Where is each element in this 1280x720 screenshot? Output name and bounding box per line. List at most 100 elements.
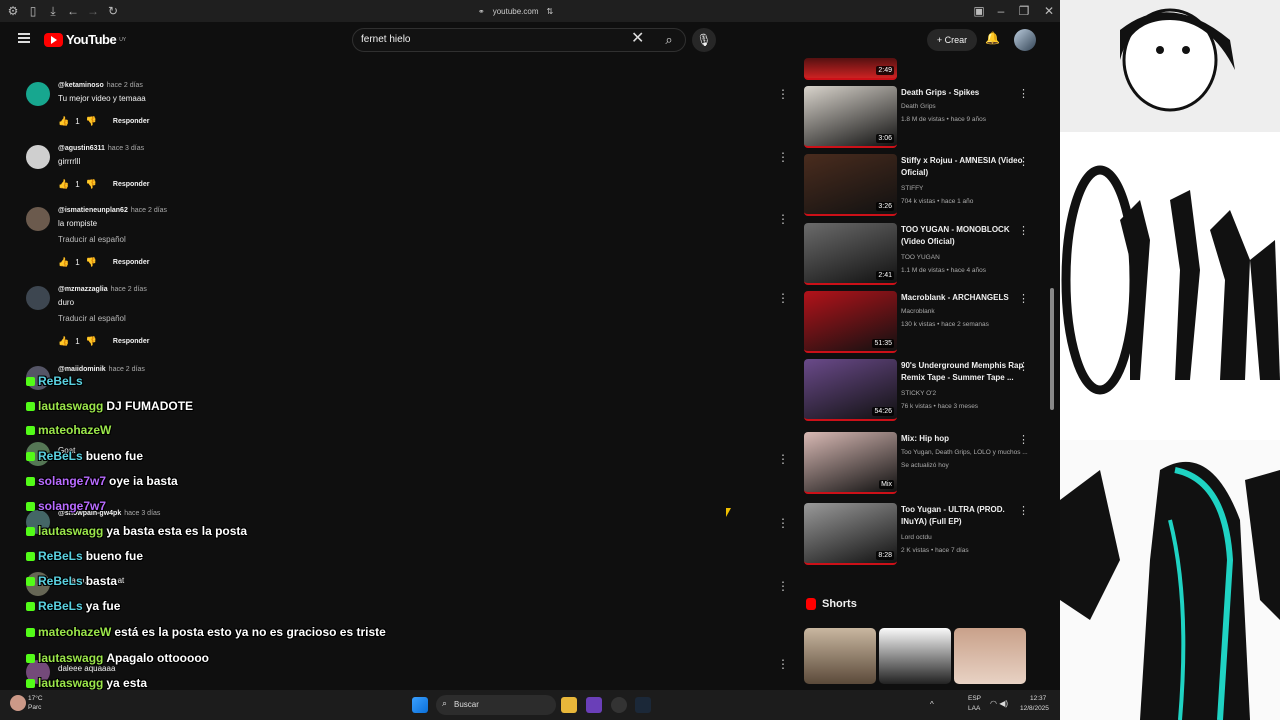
browser-icon[interactable] [586, 697, 602, 713]
chat-username[interactable]: lautaswagg [38, 399, 103, 413]
dislike-icon[interactable]: 👎 [86, 336, 97, 347]
video-thumbnail[interactable]: 8:28 [804, 503, 897, 565]
comment-avatar[interactable] [26, 207, 50, 231]
channel-name[interactable]: TOO YUGAN [901, 254, 940, 261]
dislike-icon[interactable]: 👎 [86, 257, 97, 268]
taskbar-search[interactable]: Buscar [436, 695, 556, 715]
short-thumbnail[interactable] [804, 628, 876, 684]
video-title[interactable]: Too Yugan - ULTRA (PROD. INuYA) (Full EP… [901, 504, 1025, 528]
recommendation-item[interactable]: 2:41 TOO YUGAN - MONOBLOCK (Video Oficial… [804, 223, 1029, 287]
windows-start-icon[interactable] [412, 697, 428, 713]
video-thumbnail[interactable]: 2:49 [804, 58, 897, 80]
video-thumbnail[interactable]: Mix [804, 432, 897, 494]
like-icon[interactable]: 👍 [58, 336, 69, 347]
video-title[interactable]: 90's Underground Memphis Rap Remix Tape … [901, 360, 1025, 384]
translate-link[interactable]: Traducir al español [58, 314, 126, 323]
minimize-icon[interactable]: – [994, 4, 1008, 18]
recommendation-item[interactable]: 2:49 [804, 58, 1029, 80]
comment-avatar[interactable] [26, 82, 50, 106]
chat-username[interactable]: ReBeLs [38, 374, 83, 388]
chat-username[interactable]: ReBeLs [38, 599, 83, 613]
obs-icon[interactable] [611, 697, 627, 713]
more-options-icon[interactable]: ⋮ [1018, 504, 1029, 517]
comment-author[interactable]: @agustin6311 [58, 145, 105, 152]
avatar[interactable] [1014, 29, 1036, 51]
more-options-icon[interactable]: ⋮ [1018, 155, 1029, 168]
short-thumbnail[interactable] [879, 628, 951, 684]
channel-name[interactable]: Too Yugan, Death Grips, LOLO y muchos ..… [901, 449, 1028, 456]
weather-icon[interactable] [10, 695, 26, 711]
short-thumbnail[interactable] [954, 628, 1026, 684]
language-code[interactable]: ESP [968, 695, 981, 702]
more-options-icon[interactable]: ⋮ [1018, 360, 1029, 373]
more-options-icon[interactable]: ⋮ [1018, 292, 1029, 305]
video-title[interactable]: Macroblank - ARCHANGELS [901, 292, 1025, 304]
more-options-icon[interactable]: ⋮ [777, 213, 789, 225]
microphone-icon[interactable]: 🎙 [692, 28, 716, 52]
channel-name[interactable]: STICKY O'2 [901, 390, 936, 397]
more-options-icon[interactable]: ⋮ [777, 658, 789, 670]
close-window-icon[interactable]: ✕ [1042, 4, 1056, 18]
recommendation-item[interactable]: Mix Mix: Hip hop Too Yugan, Death Grips, L… [804, 432, 1029, 496]
sidebar-icon[interactable]: ▯ [26, 4, 40, 18]
maximize-icon[interactable]: ❐ [1017, 4, 1031, 18]
download-icon[interactable]: ⤓ [46, 4, 60, 18]
chat-username[interactable]: solange7w7 [38, 499, 106, 513]
more-options-icon[interactable]: ⋮ [777, 517, 789, 529]
reload-icon[interactable]: ↻ [106, 4, 120, 18]
chat-username[interactable]: ReBeLs [38, 449, 83, 463]
more-options-icon[interactable]: ⋮ [777, 453, 789, 465]
recommendation-item[interactable]: 3:06 Death Grips - Spikes Death Grips 1.8 M… [804, 86, 1029, 150]
search-icon[interactable]: ⌕ [652, 28, 686, 52]
scrollbar[interactable] [1050, 288, 1054, 410]
video-title[interactable]: Stiffy x Rojuu - AMNESIA (Video Oficial) [901, 155, 1025, 179]
swap-icon[interactable]: ⇅ [547, 7, 554, 16]
video-thumbnail[interactable]: 51:35 [804, 291, 897, 353]
more-options-icon[interactable]: ⋮ [777, 151, 789, 163]
settings-icon[interactable]: ⚙ [6, 4, 20, 18]
reply-button[interactable]: Responder [113, 259, 150, 266]
video-title[interactable]: Mix: Hip hop [901, 433, 1025, 445]
keyboard-layout[interactable]: LAA [968, 705, 980, 712]
reply-button[interactable]: Responder [113, 118, 150, 125]
dislike-icon[interactable]: 👎 [86, 116, 97, 127]
dislike-icon[interactable]: 👎 [86, 179, 97, 190]
chat-username[interactable]: lautaswagg [38, 651, 103, 665]
channel-name[interactable]: Lord octdu [901, 534, 932, 541]
comment-author[interactable]: @ketaminoso [58, 82, 104, 89]
more-options-icon[interactable]: ⋮ [1018, 87, 1029, 100]
channel-name[interactable]: Death Grips [901, 103, 936, 110]
tray-chevron-icon[interactable]: ^ [930, 700, 934, 709]
chat-username[interactable]: lautaswagg [38, 524, 103, 538]
comment-author[interactable]: @mzmazzaglia [58, 286, 108, 293]
reply-button[interactable]: Responder [113, 338, 150, 345]
video-thumbnail[interactable]: 3:06 [804, 86, 897, 148]
comment-avatar[interactable] [26, 286, 50, 310]
tabs-icon[interactable]: ▣ [972, 4, 986, 18]
translate-link[interactable]: Traducir al español [58, 235, 126, 244]
channel-name[interactable]: Macroblank [901, 308, 935, 315]
wifi-icon[interactable]: ◠ ◀) [990, 699, 1008, 708]
clock-time[interactable]: 12:37 [1030, 695, 1046, 702]
clear-search-icon[interactable]: ✕ [631, 31, 644, 47]
menu-icon[interactable] [18, 33, 30, 43]
forward-icon[interactable]: → [86, 4, 100, 18]
youtube-logo[interactable]: YouTube UY [44, 32, 126, 47]
recommendation-item[interactable]: 54:26 90's Underground Memphis Rap Remix … [804, 359, 1029, 423]
chat-username[interactable]: mateohazeW [38, 423, 111, 437]
more-options-icon[interactable]: ⋮ [777, 88, 789, 100]
recommendation-item[interactable]: 3:26 Stiffy x Rojuu - AMNESIA (Video Ofic… [804, 154, 1029, 218]
chat-username[interactable]: ReBeLs [38, 574, 83, 588]
like-icon[interactable]: 👍 [58, 116, 69, 127]
bell-icon[interactable]: 🔔 [985, 31, 1000, 45]
recommendation-item[interactable]: 51:35 Macroblank - ARCHANGELS Macroblank 13… [804, 291, 1029, 355]
file-explorer-icon[interactable] [561, 697, 577, 713]
video-title[interactable]: TOO YUGAN - MONOBLOCK (Video Oficial) [901, 224, 1025, 248]
reply-button[interactable]: Responder [113, 181, 150, 188]
video-thumbnail[interactable]: 54:26 [804, 359, 897, 421]
video-thumbnail[interactable]: 2:41 [804, 223, 897, 285]
create-button[interactable]: + Crear [927, 29, 977, 51]
comment-author[interactable]: @maiidominik [58, 366, 106, 373]
recommendation-item[interactable]: 8:28 Too Yugan - ULTRA (PROD. INuYA) (Ful… [804, 503, 1029, 567]
more-options-icon[interactable]: ⋮ [777, 580, 789, 592]
